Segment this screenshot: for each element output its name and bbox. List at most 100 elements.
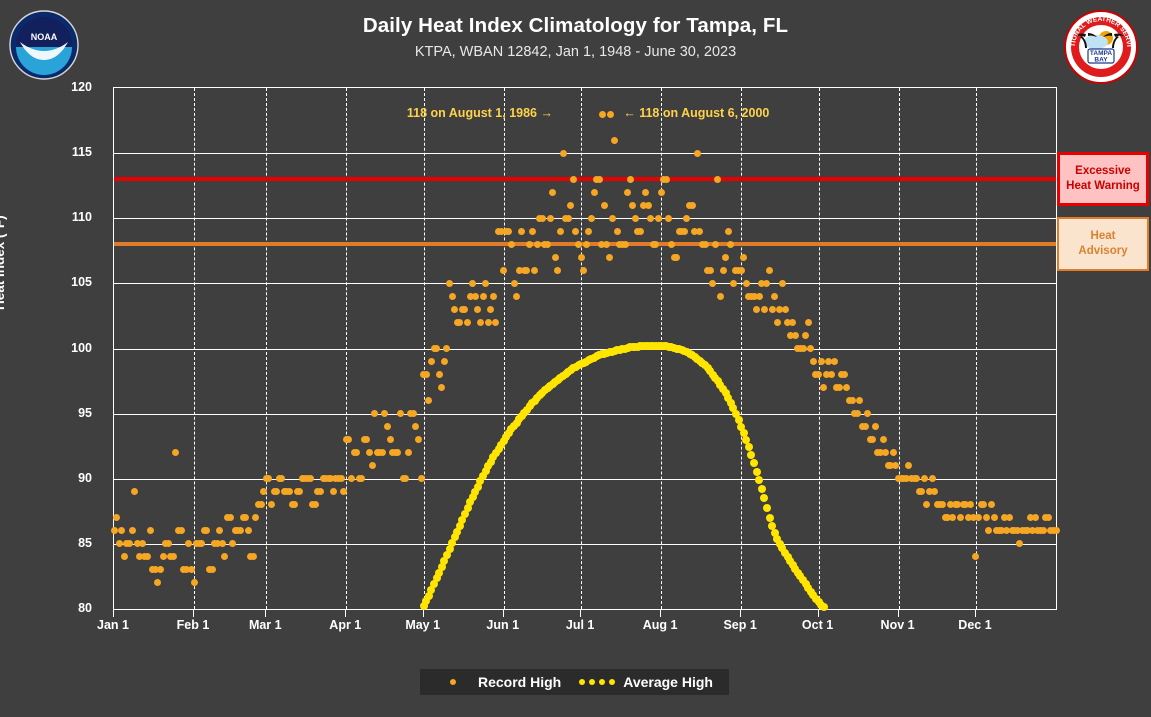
annotation-record-left: 118 on August 1, 1986 →: [407, 106, 553, 120]
average-high-point: [549, 380, 557, 388]
average-high-point: [802, 580, 810, 588]
average-high-point: [804, 584, 812, 592]
average-high-point: [569, 364, 577, 372]
average-high-point: [794, 569, 802, 577]
average-high-point: [453, 528, 461, 536]
record-high-point: [221, 553, 228, 560]
record-high-point: [591, 189, 598, 196]
warning-label-line1: Excessive: [1066, 164, 1140, 179]
average-high-point: [595, 351, 603, 359]
record-high-point: [836, 384, 843, 391]
record-high-point: [291, 501, 298, 508]
record-high-point: [374, 449, 381, 456]
record-high-point: [281, 488, 288, 495]
average-high-point: [820, 603, 828, 611]
average-high-point: [433, 574, 441, 582]
record-high-point: [216, 527, 223, 534]
record-high-point: [118, 527, 125, 534]
average-high-point: [704, 364, 712, 372]
record-high-point: [554, 267, 561, 274]
average-high-point: [451, 533, 459, 541]
gridline-horizontal: [114, 544, 1056, 545]
record-high-point: [242, 514, 249, 521]
record-high-point: [252, 514, 259, 521]
average-high-point: [789, 561, 797, 569]
record-high-point: [843, 384, 850, 391]
record-high-point: [916, 488, 923, 495]
record-high-point: [1042, 514, 1049, 521]
record-high-point: [831, 358, 838, 365]
record-high-point: [487, 306, 494, 313]
record-high-point: [268, 501, 275, 508]
record-high-point: [353, 449, 360, 456]
page-title: Daily Heat Index Climatology for Tampa, …: [0, 14, 1151, 38]
record-high-point: [1006, 514, 1013, 521]
average-high-point: [554, 376, 562, 384]
average-high-point: [425, 592, 433, 600]
x-tick-label: Mar 1: [249, 618, 282, 632]
x-tick-label: Nov 1: [881, 618, 915, 632]
y-tick-label: 95: [32, 406, 92, 420]
record-high-point: [454, 319, 461, 326]
record-high-point: [286, 488, 293, 495]
record-high-point: [392, 449, 399, 456]
average-high-point: [546, 382, 554, 390]
record-high-point: [149, 566, 156, 573]
average-high-point: [458, 516, 466, 524]
y-tick-label: 80: [32, 601, 92, 615]
average-high-point: [750, 459, 758, 467]
average-high-point: [526, 402, 534, 410]
average-high-point: [474, 483, 482, 491]
record-high-point: [942, 514, 949, 521]
record-high-point: [774, 319, 781, 326]
record-high-point: [351, 449, 358, 456]
record-high-point: [792, 332, 799, 339]
annotation-record-right: ← 118 on August 6, 2000: [623, 106, 769, 120]
record-high-point: [1037, 527, 1044, 534]
record-high-point: [518, 228, 525, 235]
record-high-point: [206, 566, 213, 573]
record-high-point: [363, 436, 370, 443]
average-high-point: [606, 348, 614, 356]
record-high-point: [237, 527, 244, 534]
average-high-point: [698, 359, 706, 367]
record-high-point: [513, 293, 520, 300]
y-tick-label: 100: [32, 341, 92, 355]
record-high-point: [178, 527, 185, 534]
average-high-point: [559, 372, 567, 380]
record-high-marker-icon: [450, 679, 456, 685]
average-high-point: [492, 449, 500, 457]
record-high-point: [991, 514, 998, 521]
advisory-label-line1: Heat: [1078, 229, 1127, 244]
record-high-point: [962, 501, 969, 508]
record-high-point: [405, 449, 412, 456]
record-high-point: [944, 514, 951, 521]
average-high-point: [505, 429, 513, 437]
average-high-point: [544, 384, 552, 392]
record-high-point: [1045, 514, 1052, 521]
record-high-point: [531, 267, 538, 274]
gridline-horizontal: [114, 153, 1056, 154]
average-high-point: [438, 563, 446, 571]
record-high-point: [689, 202, 696, 209]
average-high-point: [709, 371, 717, 379]
record-high-point: [209, 566, 216, 573]
record-high-point: [141, 553, 148, 560]
legend-label-average-high: Average High: [623, 674, 713, 690]
record-high-point: [776, 306, 783, 313]
page-subtitle: KTPA, WBAN 12842, Jan 1, 1948 - June 30,…: [0, 44, 1151, 60]
average-high-point: [430, 580, 438, 588]
record-high-point: [751, 293, 758, 300]
x-tick-label: Jan 1: [97, 618, 129, 632]
average-high-point: [598, 350, 606, 358]
record-high-point: [784, 319, 791, 326]
record-high-point: [849, 397, 856, 404]
record-high-point: [412, 423, 419, 430]
x-tick-label: Jul 1: [566, 618, 595, 632]
record-high-point: [247, 553, 254, 560]
record-high-point: [183, 566, 190, 573]
x-tick-label: Aug 1: [643, 618, 678, 632]
record-high-point: [952, 501, 959, 508]
record-high-point: [634, 228, 641, 235]
advisory-label-line2: Advisory: [1078, 244, 1127, 259]
